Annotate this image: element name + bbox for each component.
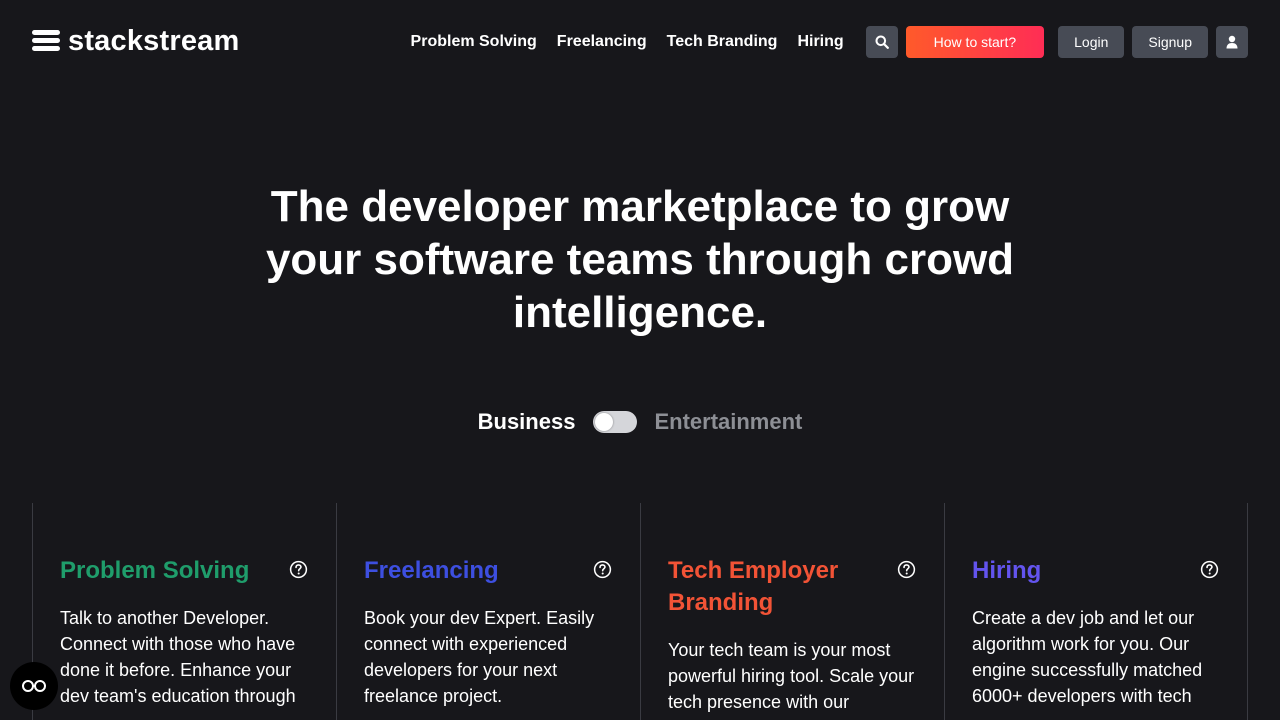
help-icon[interactable] <box>289 560 308 579</box>
card-title[interactable]: Tech Employer Branding <box>668 555 858 619</box>
nav-link-freelancing[interactable]: Freelancing <box>557 33 647 51</box>
header: stackstream Problem Solving Freelancing … <box>0 0 1280 84</box>
logo[interactable]: stackstream <box>32 26 240 56</box>
card-description: Your tech team is your most powerful hir… <box>668 640 915 712</box>
card-title[interactable]: Hiring <box>972 555 1162 587</box>
mode-toggle-row: Business Entertainment <box>0 404 1280 440</box>
logo-icon <box>32 30 60 52</box>
card-title[interactable]: Freelancing <box>364 555 554 587</box>
accessibility-button[interactable] <box>10 662 58 710</box>
feature-card-hiring: Hiring Create a dev job and let our algo… <box>944 503 1248 720</box>
help-icon[interactable] <box>593 560 612 579</box>
help-icon[interactable] <box>1200 560 1219 579</box>
feature-card-freelancing: Freelancing Book your dev Expert. Easily… <box>336 503 640 720</box>
search-button[interactable] <box>865 26 898 58</box>
toggle-label-entertainment[interactable]: Entertainment <box>654 409 802 435</box>
nav-link-hiring[interactable]: Hiring <box>797 33 843 51</box>
user-button[interactable] <box>1216 26 1248 58</box>
eye-glasses-icon <box>22 680 46 692</box>
nav-link-problem-solving[interactable]: Problem Solving <box>411 33 537 51</box>
card-description: Talk to another Developer. Connect with … <box>60 608 296 706</box>
nav-link-tech-branding[interactable]: Tech Branding <box>667 33 778 51</box>
toggle-knob <box>595 413 614 431</box>
help-icon[interactable] <box>897 560 916 579</box>
user-icon <box>1226 35 1238 49</box>
card-description: Create a dev job and let our algorithm w… <box>972 608 1203 706</box>
how-to-start-button[interactable]: How to start? <box>905 26 1045 58</box>
card-description: Book your dev Expert. Easily connect wit… <box>364 608 595 706</box>
logo-text: stackstream <box>68 25 240 57</box>
login-button[interactable]: Login <box>1058 26 1125 58</box>
search-icon <box>875 35 889 49</box>
feature-card-problem-solving: Problem Solving Talk to another Develope… <box>32 503 336 720</box>
main-nav: Problem Solving Freelancing Tech Brandin… <box>411 26 1248 58</box>
toggle-label-business[interactable]: Business <box>478 409 576 435</box>
hero-title: The developer marketplace to grow your s… <box>265 182 1015 337</box>
card-title[interactable]: Problem Solving <box>60 555 250 587</box>
mode-toggle-switch[interactable] <box>593 411 638 433</box>
signup-button[interactable]: Signup <box>1132 26 1208 58</box>
feature-cards: Problem Solving Talk to another Develope… <box>32 503 1248 720</box>
feature-card-tech-branding: Tech Employer Branding Your tech team is… <box>640 503 944 720</box>
